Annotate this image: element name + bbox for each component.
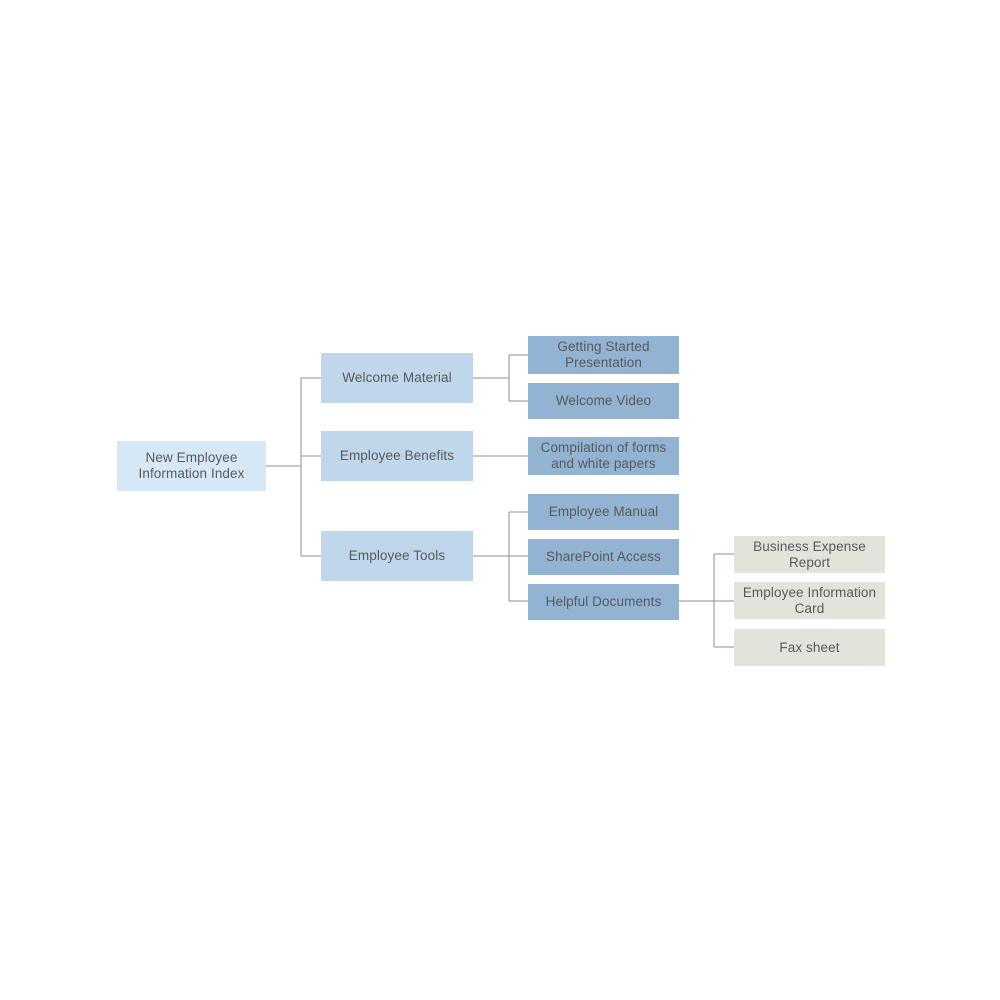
node-label: Business Expense Report xyxy=(753,538,866,570)
node-label: Employee Information Card xyxy=(742,584,877,616)
node-business-expense-report[interactable]: Business Expense Report xyxy=(734,536,885,573)
node-label: Employee Tools xyxy=(348,548,446,563)
node-employee-benefits[interactable]: Employee Benefits xyxy=(321,431,473,481)
node-employee-information-card[interactable]: Employee Information Card xyxy=(734,582,885,619)
node-fax-sheet[interactable]: Fax sheet xyxy=(734,629,885,666)
node-employee-manual[interactable]: Employee Manual xyxy=(528,494,679,530)
node-label: Compilation of forms and white papers xyxy=(540,440,667,471)
connector-lines xyxy=(266,354,734,648)
node-welcome-material[interactable]: Welcome Material xyxy=(321,353,473,403)
node-new-employee-information-index[interactable]: New Employee Information Index xyxy=(117,441,266,491)
node-label: SharePoint Access xyxy=(545,549,661,564)
node-label: Helpful Documents xyxy=(545,594,662,609)
org-chart-diagram: New Employee Information Index Welcome M… xyxy=(0,0,1000,1000)
node-label: Fax sheet xyxy=(779,639,840,655)
node-label: Employee Benefits xyxy=(339,448,455,463)
node-compilation-of-forms[interactable]: Compilation of forms and white papers xyxy=(528,437,679,475)
node-employee-tools[interactable]: Employee Tools xyxy=(321,531,473,581)
node-getting-started-presentation[interactable]: Getting Started Presentation xyxy=(528,336,679,374)
node-label: Welcome Video xyxy=(555,393,652,408)
node-label: Employee Manual xyxy=(548,504,659,519)
node-sharepoint-access[interactable]: SharePoint Access xyxy=(528,539,679,575)
node-label: Welcome Material xyxy=(342,370,452,385)
node-label: Getting Started Presentation xyxy=(557,339,650,370)
node-helpful-documents[interactable]: Helpful Documents xyxy=(528,584,679,620)
node-label: New Employee Information Index xyxy=(138,450,245,481)
node-welcome-video[interactable]: Welcome Video xyxy=(528,383,679,419)
